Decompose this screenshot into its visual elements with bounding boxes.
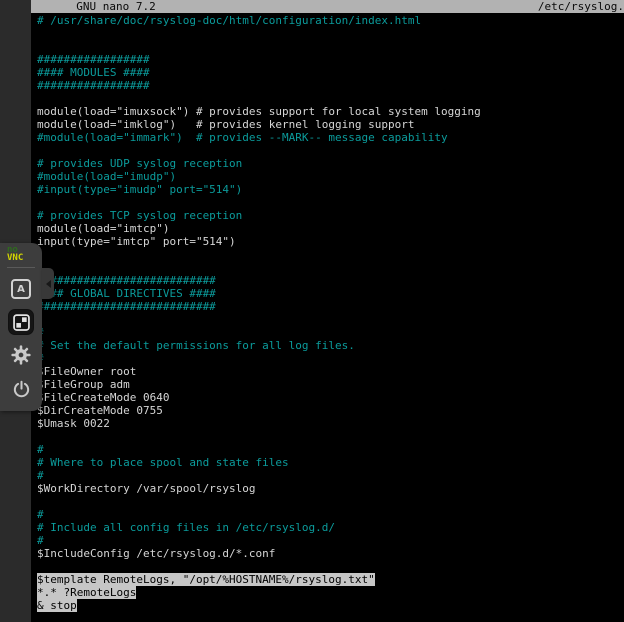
editor-line: $FileOwner root — [37, 365, 624, 378]
editor-line: # — [37, 508, 624, 521]
nano-app-title: GNU nano 7.2 — [31, 0, 156, 13]
editor-line — [37, 495, 624, 508]
control-bar-handle[interactable] — [42, 268, 54, 299]
editor-line — [37, 430, 624, 443]
editor-line: ################# — [37, 79, 624, 92]
editor-line: module(load="imtcp") — [37, 222, 624, 235]
editor-line: $DirCreateMode 0755 — [37, 404, 624, 417]
editor-line: #### GLOBAL DIRECTIVES #### — [37, 287, 624, 300]
editor-line: # Include all config files in /etc/rsysl… — [37, 521, 624, 534]
editor-line: ################# — [37, 53, 624, 66]
editor-line — [37, 248, 624, 261]
novnc-logo: no VNC — [0, 246, 42, 262]
editor-line: # Set the default permissions for all lo… — [37, 339, 624, 352]
fullscreen-icon — [11, 312, 32, 333]
novnc-control-bar: no VNC A — [0, 243, 42, 411]
editor-line: # provides TCP syslog reception — [37, 209, 624, 222]
power-icon — [11, 379, 32, 400]
editor-line: $Umask 0022 — [37, 417, 624, 430]
gear-icon — [10, 344, 32, 366]
editor-line — [37, 560, 624, 573]
editor-line: & stop — [37, 599, 624, 612]
editor-line: # /usr/share/doc/rsyslog-doc/html/config… — [37, 14, 624, 27]
editor-line: # — [37, 352, 624, 365]
editor-line — [37, 313, 624, 326]
editor-line: # — [37, 326, 624, 339]
editor-line: #### MODULES #### — [37, 66, 624, 79]
nano-titlebar: GNU nano 7.2 /etc/rsyslog. — [31, 0, 624, 13]
editor-line: #module(load="immark") # provides --MARK… — [37, 131, 624, 144]
editor-line: #module(load="imudp") — [37, 170, 624, 183]
editor-line: module(load="imklog") # provides kernel … — [37, 118, 624, 131]
editor-line: # — [37, 469, 624, 482]
editor-line: # — [37, 443, 624, 456]
extra-keys-button[interactable]: A — [7, 275, 35, 303]
novnc-logo-vnc: VNC — [7, 254, 42, 262]
editor-line: $template RemoteLogs, "/opt/%HOSTNAME%/r… — [37, 573, 624, 586]
editor-line — [37, 196, 624, 209]
terminal-window[interactable]: GNU nano 7.2 /etc/rsyslog. # /usr/share/… — [31, 0, 624, 622]
editor-line — [37, 27, 624, 40]
editor-line: # provides UDP syslog reception — [37, 157, 624, 170]
nano-file-path: /etc/rsyslog. — [538, 0, 624, 13]
editor-line — [37, 40, 624, 53]
disconnect-button[interactable] — [7, 375, 35, 403]
editor-line: # — [37, 534, 624, 547]
editor-line: #input(type="imudp" port="514") — [37, 183, 624, 196]
editor-content[interactable]: # /usr/share/doc/rsyslog-doc/html/config… — [31, 13, 624, 612]
editor-line — [37, 144, 624, 157]
fullscreen-button[interactable] — [8, 309, 34, 335]
editor-line: ########################### — [37, 300, 624, 313]
editor-line: $FileCreateMode 0640 — [37, 391, 624, 404]
editor-line: ########################### — [37, 274, 624, 287]
panel-divider — [7, 267, 35, 268]
settings-button[interactable] — [7, 341, 35, 369]
editor-line — [37, 92, 624, 105]
editor-line: *.* ?RemoteLogs — [37, 586, 624, 599]
editor-line: $IncludeConfig /etc/rsyslog.d/*.conf — [37, 547, 624, 560]
editor-line: input(type="imtcp" port="514") — [37, 235, 624, 248]
keyboard-key-a-icon: A — [11, 279, 31, 299]
collapse-arrow-icon — [46, 280, 51, 288]
editor-line: $FileGroup adm — [37, 378, 624, 391]
editor-line — [37, 261, 624, 274]
editor-line: module(load="imuxsock") # provides suppo… — [37, 105, 624, 118]
editor-line: # Where to place spool and state files — [37, 456, 624, 469]
vnc-screen: GNU nano 7.2 /etc/rsyslog. # /usr/share/… — [0, 0, 624, 622]
editor-line: $WorkDirectory /var/spool/rsyslog — [37, 482, 624, 495]
